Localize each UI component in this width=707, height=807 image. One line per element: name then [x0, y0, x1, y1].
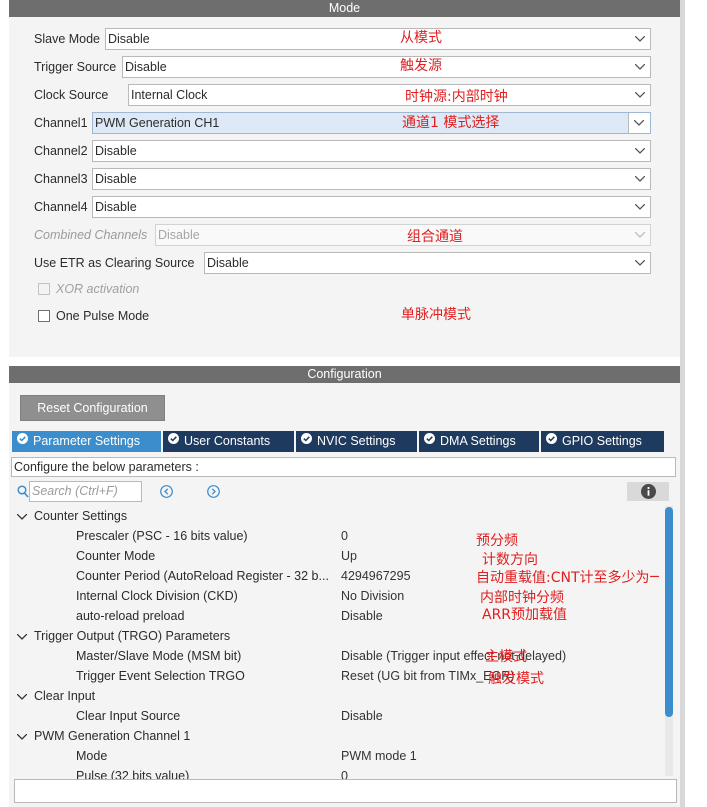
- chevron-down-icon: [16, 627, 28, 645]
- tab-nvic-settings-label: NVIC Settings: [317, 434, 396, 448]
- param-clock-division-value[interactable]: No Division: [341, 587, 404, 605]
- tab-user-constants-label: User Constants: [184, 434, 271, 448]
- search-input[interactable]: Search (Ctrl+F): [29, 481, 142, 502]
- param-prescaler-annotation: 预分频: [476, 533, 518, 549]
- search-icon: [17, 485, 29, 499]
- info-icon: [640, 484, 656, 499]
- tab-dma-settings-label: DMA Settings: [440, 434, 516, 448]
- param-msm-name: Master/Slave Mode (MSM bit): [76, 649, 242, 663]
- tab-nvic-settings[interactable]: NVIC Settings: [296, 431, 417, 452]
- group-clear-input-title: Clear Input: [34, 689, 96, 703]
- parameter-tree: Counter Settings Prescaler (PSC - 16 bit…: [9, 504, 659, 779]
- tab-parameter-settings[interactable]: Parameter Settings: [12, 431, 161, 452]
- next-match-icon[interactable]: [207, 485, 220, 498]
- tab-gpio-settings[interactable]: GPIO Settings: [541, 431, 664, 452]
- param-prescaler-name: Prescaler (PSC - 16 bits value): [76, 529, 248, 543]
- param-trgo-name: Trigger Event Selection TRGO: [76, 669, 245, 683]
- group-trigger-output[interactable]: Trigger Output (TRGO) Parameters: [16, 627, 231, 645]
- param-counter-mode-annotation: 计数方向: [482, 552, 538, 568]
- configuration-content: Reset Configuration Parameter Settings U…: [9, 0, 680, 807]
- param-pulse-value[interactable]: 0: [341, 767, 348, 779]
- chevron-down-icon: [16, 687, 28, 705]
- tab-dma-settings[interactable]: DMA Settings: [419, 431, 539, 452]
- left-margin: [0, 0, 9, 807]
- right-border: [680, 0, 685, 807]
- group-pwm-channel1-title: PWM Generation Channel 1: [34, 729, 191, 743]
- group-trigger-output-title: Trigger Output (TRGO) Parameters: [34, 629, 231, 643]
- group-pwm-channel1[interactable]: PWM Generation Channel 1: [16, 727, 191, 745]
- param-auto-reload-annotation: ARR预加载值: [482, 607, 568, 623]
- param-clear-input-source-name: Clear Input Source: [76, 709, 181, 723]
- tab-parameter-settings-label: Parameter Settings: [33, 434, 140, 448]
- check-circle-icon: [168, 430, 179, 451]
- param-counter-period-annotation: 自动重载值:CNT计至多少为一期: [476, 570, 659, 586]
- group-counter-settings-title: Counter Settings: [34, 509, 128, 523]
- group-clear-input[interactable]: Clear Input: [16, 687, 96, 705]
- param-counter-period-name: Counter Period (AutoReload Register - 32…: [76, 569, 329, 583]
- param-auto-reload-value[interactable]: Disable: [341, 607, 383, 625]
- param-counter-mode-value[interactable]: Up: [341, 547, 357, 565]
- param-clear-input-source-value[interactable]: Disable: [341, 707, 383, 725]
- scrollbar-thumb[interactable]: [665, 507, 673, 717]
- previous-match-icon[interactable]: [160, 485, 173, 498]
- info-button[interactable]: [627, 482, 669, 501]
- param-clock-division-name: Internal Clock Division (CKD): [76, 589, 238, 603]
- param-trgo-annotation: 触发模式: [488, 671, 544, 687]
- check-circle-icon: [546, 430, 557, 451]
- param-msm-value[interactable]: Disable (Trigger input effect not delaye…: [341, 647, 566, 665]
- param-msm-annotation: 主模式: [485, 649, 527, 665]
- reset-configuration-button[interactable]: Reset Configuration: [20, 395, 165, 421]
- description-panel: [14, 779, 677, 803]
- chevron-down-icon: [16, 507, 28, 525]
- param-counter-period-value[interactable]: 4294967295: [341, 567, 411, 585]
- check-circle-icon: [301, 430, 312, 451]
- param-pwm-mode-value[interactable]: PWM mode 1: [341, 747, 417, 765]
- param-auto-reload-name: auto-reload preload: [76, 609, 185, 623]
- tab-user-constants[interactable]: User Constants: [163, 431, 294, 452]
- param-pulse-name: Pulse (32 bits value): [76, 769, 190, 779]
- check-circle-icon: [17, 430, 28, 451]
- group-counter-settings[interactable]: Counter Settings: [16, 507, 128, 525]
- check-circle-icon: [424, 430, 435, 451]
- param-pwm-mode-name: Mode: [76, 749, 108, 763]
- chevron-down-icon: [16, 727, 28, 745]
- param-counter-mode-name: Counter Mode: [76, 549, 156, 563]
- tab-gpio-settings-label: GPIO Settings: [562, 434, 642, 448]
- configure-parameters-text: Configure the below parameters :: [11, 457, 676, 477]
- param-prescaler-value[interactable]: 0: [341, 527, 348, 545]
